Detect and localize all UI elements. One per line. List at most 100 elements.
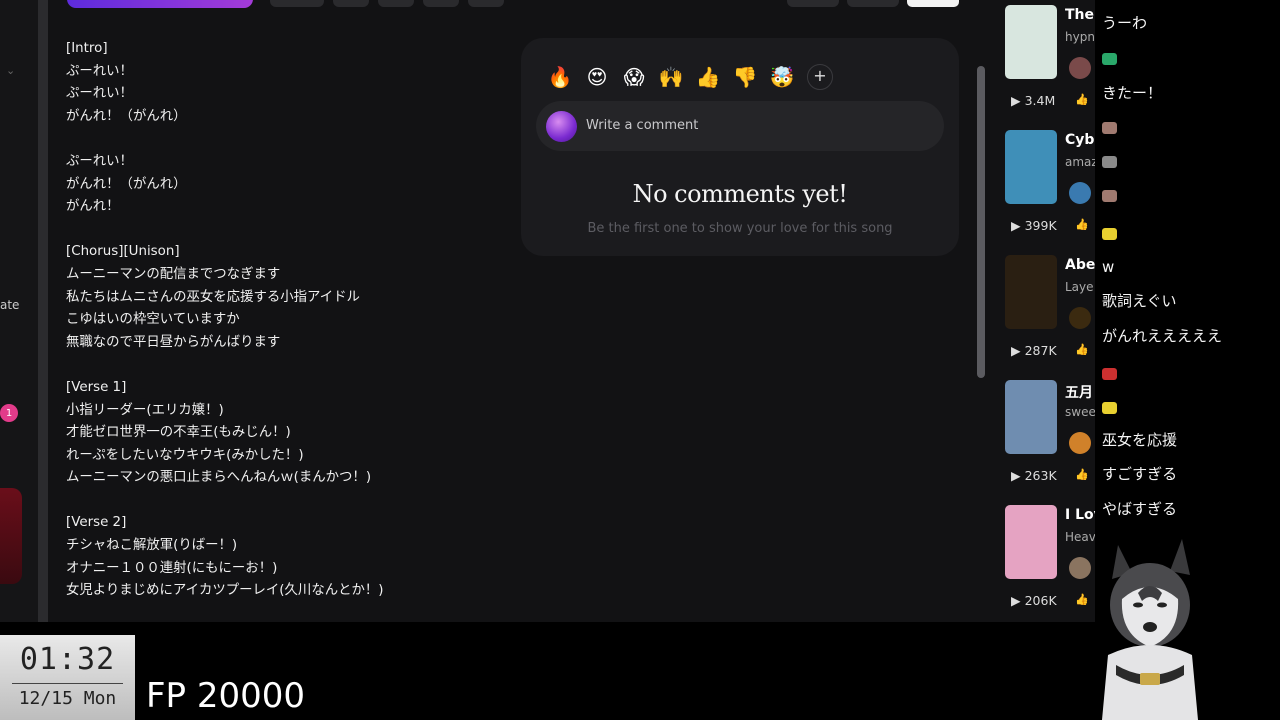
- lyric-line: 無職なので平日昼からがんばります: [66, 334, 281, 350]
- play-count: ▶ 263K: [1011, 468, 1057, 483]
- toolbar-button[interactable]: [423, 0, 459, 7]
- toolbar-button[interactable]: [333, 0, 369, 7]
- heart-eyes-icon[interactable]: 😍: [583, 63, 611, 91]
- chat-sticker-icon: [1102, 122, 1117, 134]
- chevron-down-icon[interactable]: ⌄: [6, 64, 15, 77]
- scream-icon[interactable]: 😱: [620, 63, 648, 91]
- thumbs-down-icon[interactable]: 👎: [731, 63, 759, 91]
- avatar[interactable]: [1069, 57, 1091, 79]
- empty-state-title: No comments yet!: [632, 180, 848, 208]
- chat-sticker-icon: [1102, 190, 1117, 202]
- play-count: ▶ 287K: [1011, 343, 1057, 358]
- lyric-line: [66, 354, 496, 377]
- song-thumbnail[interactable]: [1005, 255, 1057, 329]
- lyric-line: ぷーれい！: [66, 153, 133, 169]
- chat-sticker-icon: [1102, 228, 1117, 240]
- chat-message: やばすぎる: [1102, 500, 1178, 518]
- chat-sticker-icon: [1102, 368, 1117, 380]
- song-thumbnail[interactable]: [1005, 130, 1057, 204]
- toolbar-button[interactable]: [270, 0, 324, 7]
- chat-message: きたー！: [1102, 84, 1163, 102]
- reaction-bar: 🔥 😍 😱 🙌 👍 👎 🤯 +: [546, 63, 833, 91]
- avatar[interactable]: [1069, 432, 1091, 454]
- empty-state-subtitle: Be the first one to show your love for t…: [587, 221, 893, 236]
- play-count: ▶ 399K: [1011, 218, 1057, 233]
- song-thumbnail[interactable]: [1005, 380, 1057, 454]
- song-list-item[interactable]: Cyb amaz ▶ 399K 👍: [1005, 130, 1095, 240]
- song-title[interactable]: 五月: [1065, 382, 1093, 402]
- like-icon[interactable]: 👍: [1075, 343, 1089, 356]
- chat-message: がんれえええええ: [1102, 327, 1223, 345]
- lyric-line: がんれ！: [66, 199, 120, 215]
- toolbar-button[interactable]: [378, 0, 414, 7]
- song-list-item[interactable]: The hypn ▶ 3.4M 👍: [1005, 5, 1095, 115]
- lyric-line: 私たちはムニさんの巫女を応援する小指アイドル: [66, 289, 360, 305]
- play-button[interactable]: [67, 0, 253, 8]
- song-list-item[interactable]: Abe Laye ▶ 287K 👍: [1005, 255, 1095, 365]
- lyric-line: チシャねこ解放軍(りばー！): [66, 538, 238, 554]
- notification-badge[interactable]: 1: [0, 404, 18, 422]
- lyric-line: [Chorus][Unison]: [66, 244, 180, 260]
- song-artist[interactable]: swee: [1065, 405, 1095, 419]
- husky-mascot-image: [1102, 539, 1198, 720]
- lyric-line: こゆはいの枠空いていますか: [66, 312, 240, 328]
- lyric-line: [66, 219, 496, 242]
- song-title[interactable]: Cyb: [1065, 132, 1094, 148]
- song-list-item[interactable]: 五月 swee ▶ 263K 👍: [1005, 380, 1095, 490]
- scrollbar-thumb[interactable]: [977, 66, 985, 378]
- add-reaction-button[interactable]: +: [807, 64, 833, 90]
- song-artist[interactable]: hypn: [1065, 30, 1095, 44]
- song-thumbnail[interactable]: [1005, 505, 1057, 579]
- song-title[interactable]: The: [1065, 7, 1094, 23]
- lyric-line: 才能ゼロ世界一の不幸王(もみじん！): [66, 425, 291, 441]
- lyric-line: れーぷをしたいなウキウキ(みかした！): [66, 447, 304, 463]
- toolbar-button[interactable]: [787, 0, 839, 7]
- clock-time: 01:32: [19, 642, 116, 677]
- lyric-line: [Verse 2]: [66, 515, 127, 531]
- avatar[interactable]: [1069, 307, 1091, 329]
- toolbar-primary-button[interactable]: [907, 0, 959, 7]
- chat-message: 巫女を応援: [1102, 431, 1178, 449]
- fire-icon[interactable]: 🔥: [546, 63, 574, 91]
- avatar: [546, 111, 577, 142]
- song-artist[interactable]: amaz: [1065, 155, 1095, 169]
- like-icon[interactable]: 👍: [1075, 593, 1089, 606]
- chat-sticker-icon: [1102, 53, 1117, 65]
- song-artist[interactable]: Heav: [1065, 530, 1095, 544]
- sidebar-rate-label[interactable]: ate: [0, 298, 19, 312]
- song-list-item[interactable]: I Lov Heav ▶ 206K 👍: [1005, 505, 1095, 615]
- song-title[interactable]: Abe: [1065, 257, 1095, 273]
- raised-hands-icon[interactable]: 🙌: [657, 63, 685, 91]
- lyric-line: オナニー１００連射(にもにーお！): [66, 560, 278, 576]
- lyric-line: ぷーれい！: [66, 63, 133, 79]
- song-thumbnail[interactable]: [1005, 5, 1057, 79]
- play-count: ▶ 3.4M: [1011, 93, 1056, 108]
- lyric-line: がんれ！（がんれ）: [66, 176, 187, 192]
- song-artist[interactable]: Laye: [1065, 280, 1094, 294]
- like-icon[interactable]: 👍: [1075, 93, 1089, 106]
- chat-message: 歌詞えぐい: [1102, 292, 1177, 310]
- toolbar-button[interactable]: [468, 0, 504, 7]
- chat-message: w: [1102, 258, 1115, 276]
- clock-date: 12/15 Mon: [18, 688, 117, 709]
- chat-message: うーわ: [1102, 14, 1148, 32]
- lyric-line: [Verse 1]: [66, 379, 127, 395]
- lyric-line: がんれ！（がんれ）: [66, 108, 187, 124]
- toolbar-button[interactable]: [847, 0, 899, 7]
- song-title[interactable]: I Lov: [1065, 507, 1095, 523]
- thumbs-up-icon[interactable]: 👍: [694, 63, 722, 91]
- left-sidebar-divider: [38, 0, 48, 622]
- like-icon[interactable]: 👍: [1075, 468, 1089, 481]
- chat-sticker-icon: [1102, 402, 1117, 414]
- like-icon[interactable]: 👍: [1075, 218, 1089, 231]
- play-count: ▶ 206K: [1011, 593, 1057, 608]
- lyric-line: [66, 490, 496, 513]
- fp-counter: FP 20000: [146, 676, 306, 716]
- sidebar-red-thumbnail[interactable]: [0, 488, 22, 584]
- avatar[interactable]: [1069, 557, 1091, 579]
- lyrics-panel: [Intro] ぷーれい！ ぷーれい！ がんれ！（がんれ） ぷーれい！ がんれ！（がんれ）…: [66, 38, 496, 603]
- avatar[interactable]: [1069, 182, 1091, 204]
- lyric-line: ムーニーマンの悪口止まらへんねんｗ(まんかつ！): [66, 470, 372, 486]
- mind-blown-icon[interactable]: 🤯: [768, 63, 796, 91]
- comment-placeholder[interactable]: Write a comment: [586, 118, 698, 133]
